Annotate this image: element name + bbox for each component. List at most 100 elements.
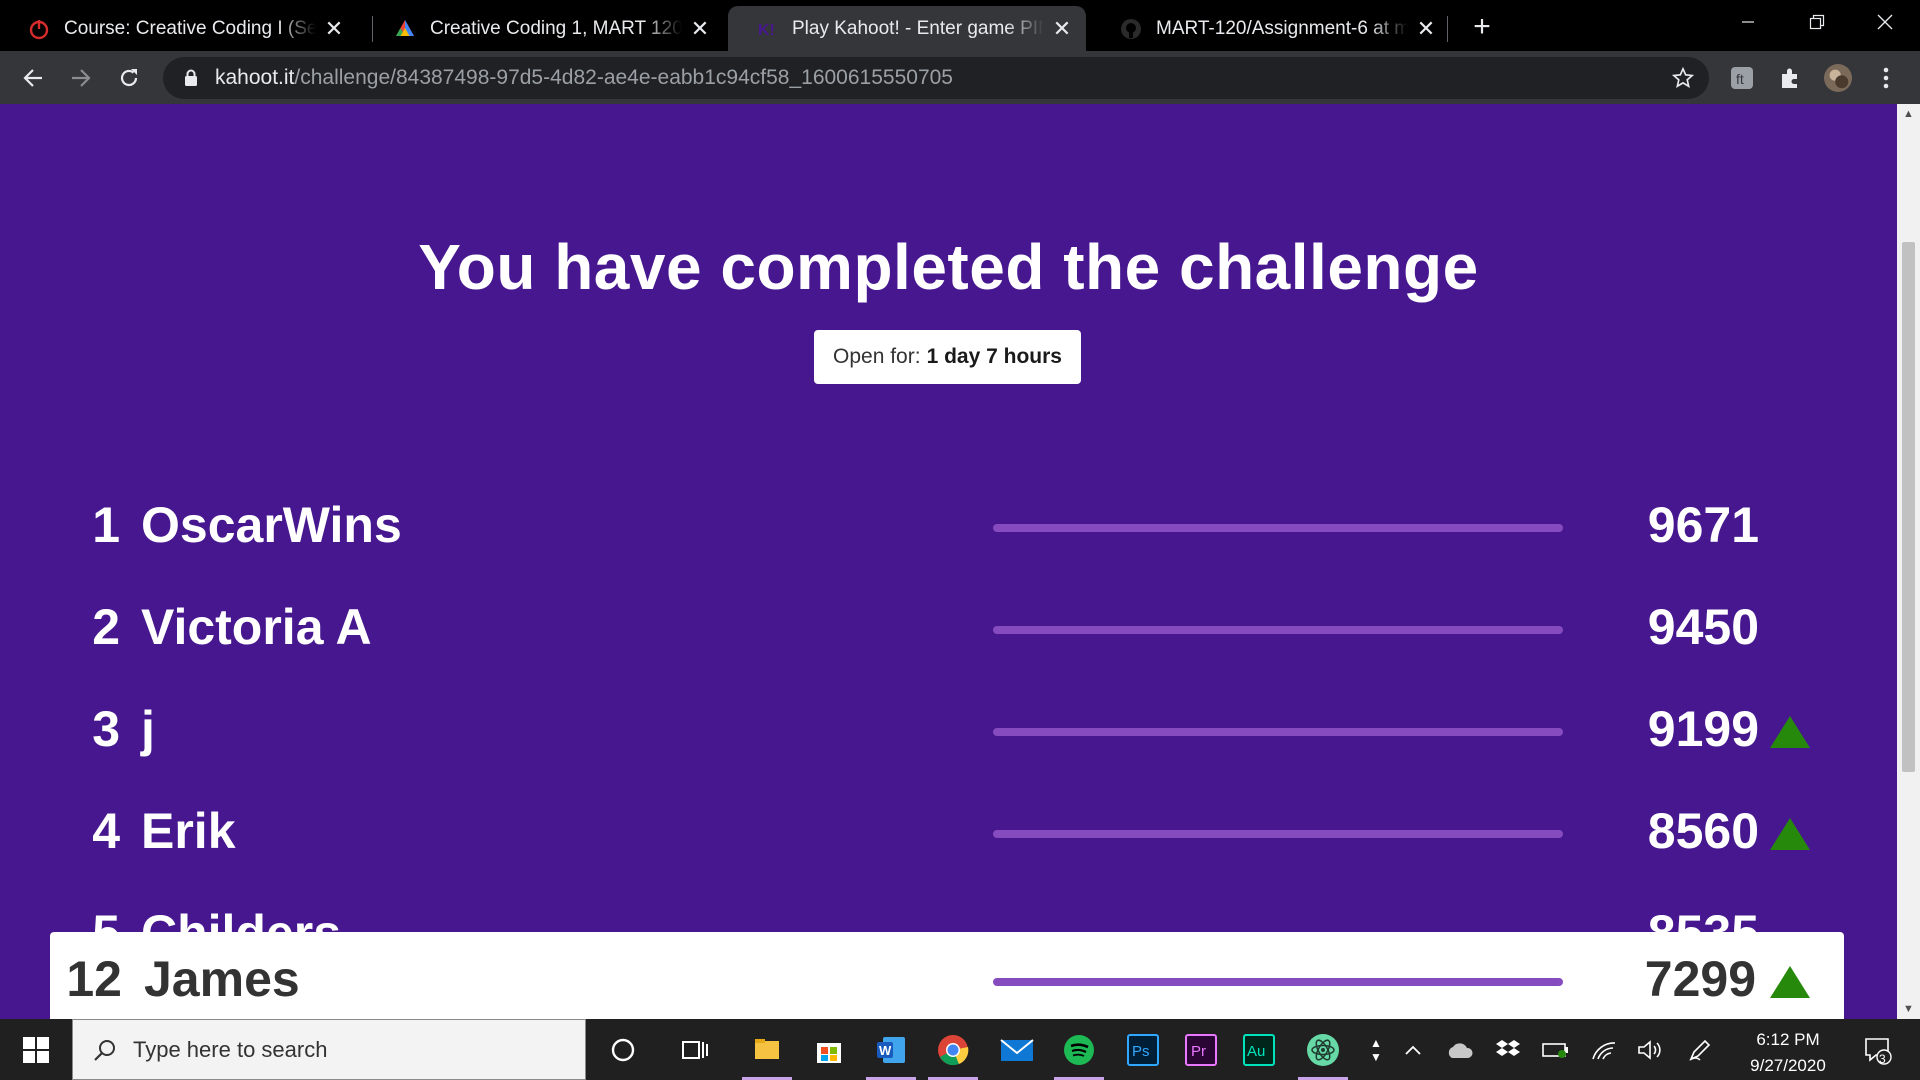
svg-text:K!: K! <box>758 22 775 39</box>
kahoot-page: You have completed the challenge Open fo… <box>0 104 1897 1019</box>
rank-number: 12 <box>66 951 122 1007</box>
extension-icon[interactable]: ft <box>1728 64 1756 92</box>
svg-text:Ps: Ps <box>1132 1043 1150 1060</box>
player-name: j <box>141 701 155 757</box>
tab-github[interactable]: MART-120/Assignment-6 at mast ✕ <box>1092 6 1450 51</box>
dropbox-icon[interactable] <box>1488 1019 1528 1080</box>
cortana-icon[interactable] <box>592 1019 654 1080</box>
rank-number: 2 <box>92 599 120 655</box>
restore-button[interactable] <box>1782 0 1852 44</box>
leaderboard-row: 4 Erik 8560 <box>0 784 1897 880</box>
chrome-icon[interactable] <box>922 1019 984 1080</box>
premiere-icon[interactable]: Pr <box>1170 1019 1232 1080</box>
score-bar <box>993 978 1563 986</box>
minimize-button[interactable] <box>1713 0 1783 44</box>
bookmark-star-icon[interactable] <box>1671 66 1695 90</box>
scroll-up-arrow-icon[interactable]: ▲ <box>1902 108 1915 120</box>
reload-button[interactable] <box>110 59 148 97</box>
close-icon[interactable]: ✕ <box>1050 16 1074 41</box>
mail-icon[interactable] <box>986 1019 1048 1080</box>
score-bar <box>993 626 1563 634</box>
audition-icon[interactable]: Au <box>1228 1019 1290 1080</box>
tab-mart120[interactable]: Creative Coding 1, MART 120 | M ✕ <box>366 6 724 51</box>
rank-number: 4 <box>92 803 120 859</box>
puzzle-icon[interactable] <box>1776 64 1804 92</box>
store-icon[interactable] <box>798 1019 860 1080</box>
onedrive-icon[interactable] <box>1440 1019 1480 1080</box>
forward-button[interactable] <box>62 59 100 97</box>
windows-start-button[interactable] <box>0 1019 72 1080</box>
leaderboard-row: 3 j 9199 <box>0 682 1897 778</box>
close-icon[interactable]: ✕ <box>688 16 712 41</box>
task-view-icon[interactable] <box>664 1019 726 1080</box>
rank-number: 1 <box>92 497 120 553</box>
player-score: 7299 <box>1644 951 1756 1007</box>
open-for-label: Open for: <box>833 345 921 368</box>
word-icon[interactable]: W <box>860 1019 922 1080</box>
profile-avatar[interactable] <box>1824 64 1852 92</box>
back-button[interactable] <box>14 59 52 97</box>
close-window-button[interactable] <box>1850 0 1920 44</box>
power-icon <box>28 18 50 40</box>
atom-icon[interactable] <box>1292 1019 1354 1080</box>
spotify-icon[interactable] <box>1048 1019 1110 1080</box>
clock-date: 9/27/2020 <box>1750 1056 1826 1075</box>
volume-icon[interactable] <box>1630 1019 1670 1080</box>
search-icon <box>94 1039 115 1061</box>
score-bar <box>993 728 1563 736</box>
taskbar-clock[interactable]: 6:12 PM 9/27/2020 <box>1728 1027 1848 1079</box>
svg-text:Au: Au <box>1247 1043 1265 1060</box>
player-score: 9671 <box>1647 497 1759 553</box>
close-icon[interactable]: ✕ <box>322 16 346 41</box>
show-hidden-icons-chevron-icon[interactable] <box>1396 1019 1430 1080</box>
browser-tab-strip: Course: Creative Coding I (Sect: 5 ✕ Cre… <box>0 0 1920 51</box>
svg-text:ft: ft <box>1736 71 1744 87</box>
tab-divider <box>1447 16 1448 42</box>
player-score: 9450 <box>1647 599 1759 655</box>
menu-kebab-icon[interactable] <box>1872 64 1900 92</box>
url-path: /challenge/84387498-97d5-4d82-ae4e-eabb1… <box>294 66 953 89</box>
tab-title: Play Kahoot! - Enter game PIN he <box>792 17 1044 39</box>
tab-kahoot[interactable]: K! Play Kahoot! - Enter game PIN he ✕ <box>728 6 1086 51</box>
photoshop-icon[interactable]: Ps <box>1112 1019 1174 1080</box>
scroll-down-arrow-icon[interactable]: ▼ <box>1902 1003 1915 1015</box>
tab-title: Course: Creative Coding I (Sect: 5 <box>64 17 316 39</box>
current-player-row: 12 James 7299 <box>50 932 1844 1019</box>
score-bar <box>993 524 1563 532</box>
windows-taskbar: Type here to search W Ps Pr Au ▲ ▼ 6:12 … <box>0 1019 1920 1080</box>
open-for-value: 1 day 7 hours <box>926 345 1062 368</box>
page-scrollbar[interactable]: ▲ ▼ <box>1897 104 1920 1019</box>
score-bar <box>993 830 1563 838</box>
clock-time: 6:12 PM <box>1756 1030 1820 1049</box>
battery-icon[interactable] <box>1536 1019 1576 1080</box>
leaderboard-row: 1 OscarWins 9671 <box>0 478 1897 574</box>
chevron-down-icon[interactable]: ▼ <box>1370 1050 1382 1064</box>
svg-text:W: W <box>879 1043 892 1058</box>
lock-icon <box>181 68 201 88</box>
taskbar-scroll-arrows[interactable]: ▲ ▼ <box>1364 1019 1388 1080</box>
scrollbar-thumb[interactable] <box>1902 242 1915 772</box>
taskbar-search-box[interactable]: Type here to search <box>72 1019 586 1080</box>
wifi-icon[interactable] <box>1584 1019 1624 1080</box>
page-title: You have completed the challenge <box>418 231 1479 303</box>
player-name: OscarWins <box>141 497 402 553</box>
tab-course[interactable]: Course: Creative Coding I (Sect: 5 ✕ <box>0 6 358 51</box>
address-bar[interactable]: kahoot.it/challenge/84387498-97d5-4d82-a… <box>163 57 1709 99</box>
search-placeholder: Type here to search <box>133 1036 328 1062</box>
notifications-icon[interactable]: 3 <box>1852 1019 1902 1080</box>
new-tab-button[interactable]: + <box>1465 10 1499 44</box>
close-icon[interactable]: ✕ <box>1414 16 1438 41</box>
file-explorer-icon[interactable] <box>736 1019 798 1080</box>
open-for-badge: Open for: 1 day 7 hours <box>814 330 1081 384</box>
pen-icon[interactable] <box>1680 1019 1720 1080</box>
url-text: kahoot.it/challenge/84387498-97d5-4d82-a… <box>215 66 953 90</box>
player-name: Erik <box>141 803 236 859</box>
player-name: Victoria A <box>141 599 372 655</box>
leaderboard-row: 2 Victoria A 9450 <box>0 580 1897 676</box>
drive-icon <box>394 18 416 40</box>
rank-up-icon <box>1770 716 1810 748</box>
player-score: 8560 <box>1647 803 1759 859</box>
github-icon <box>1120 18 1142 40</box>
tab-title: Creative Coding 1, MART 120 | M <box>430 17 682 39</box>
chevron-up-icon[interactable]: ▲ <box>1370 1036 1382 1050</box>
